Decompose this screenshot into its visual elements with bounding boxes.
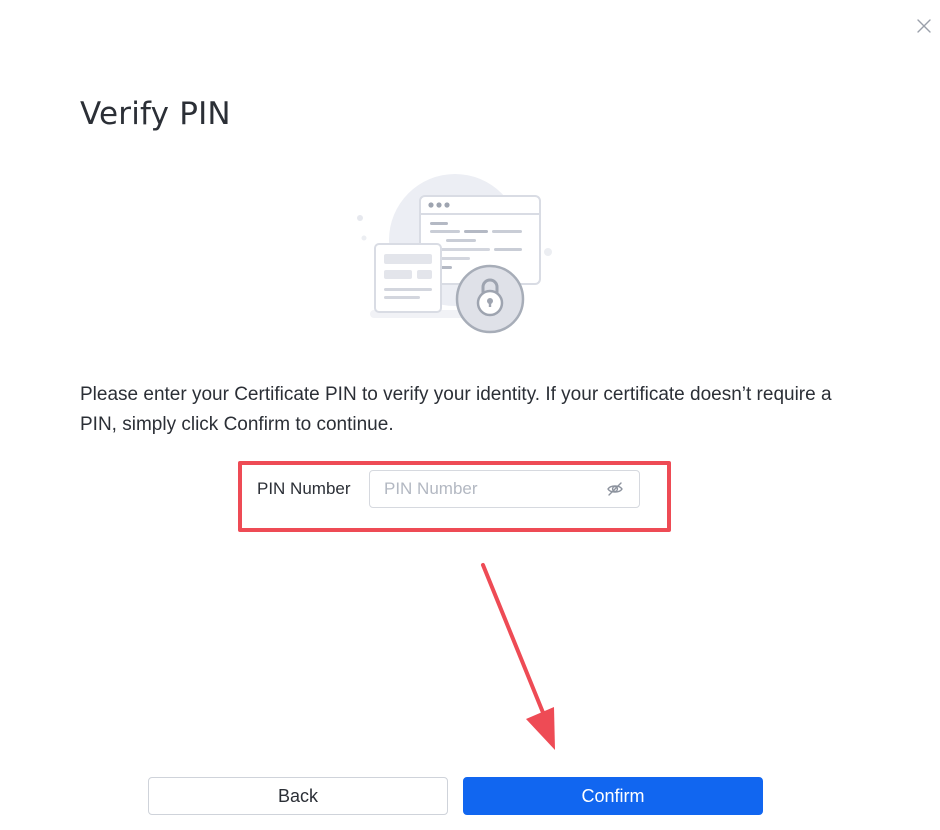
pin-number-field xyxy=(369,470,640,508)
toggle-visibility-button[interactable] xyxy=(605,479,625,499)
pin-number-label: PIN Number xyxy=(257,479,351,498)
pin-number-input[interactable] xyxy=(384,479,605,499)
confirm-button[interactable]: Confirm xyxy=(463,777,763,815)
dialog-title: Verify PIN xyxy=(80,96,231,132)
eye-off-icon xyxy=(607,482,623,496)
annotation-arrow xyxy=(481,563,555,750)
back-button[interactable]: Back xyxy=(148,777,448,815)
close-icon xyxy=(917,19,931,33)
dialog-description: Please enter your Certificate PIN to ver… xyxy=(80,384,832,435)
verify-pin-dialog: Verify PIN Please enter your Certificate… xyxy=(0,0,940,830)
certificate-lock-illustration xyxy=(350,170,560,340)
close-button[interactable] xyxy=(912,14,936,38)
